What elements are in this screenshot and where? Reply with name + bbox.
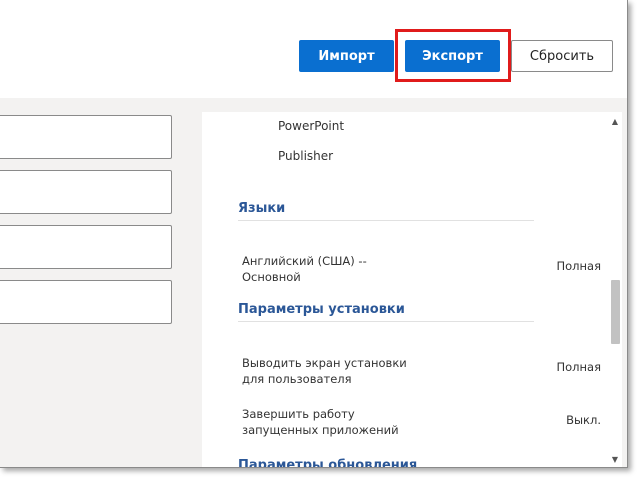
reset-button[interactable]: Сбросить	[511, 40, 613, 72]
section-title-update-options: Параметры обновления	[238, 458, 534, 467]
language-row-label: Английский (США) --Основной	[242, 254, 367, 284]
section-title-languages: Языки	[238, 201, 534, 221]
panel-scrollbar[interactable]: ▲ ▼	[608, 112, 622, 467]
left-input-field-4[interactable]	[0, 280, 172, 324]
left-input-field-3[interactable]	[0, 225, 172, 269]
import-button[interactable]: Импорт	[299, 40, 394, 72]
toolbar: Импорт Экспорт Сбросить	[0, 0, 627, 98]
app-item-publisher: Publisher	[278, 149, 334, 163]
scroll-up-arrow-icon[interactable]: ▲	[608, 114, 622, 128]
window-frame: Импорт Экспорт Сбросить PowerPoint Publi…	[0, 0, 628, 468]
main-area: PowerPoint Publisher Языки Английский (С…	[0, 98, 627, 467]
app-item-powerpoint: PowerPoint	[278, 119, 345, 133]
install-option-label-2: Завершить работу запущенных приложений	[242, 407, 399, 437]
summary-panel: PowerPoint Publisher Языки Английский (С…	[202, 112, 622, 467]
install-option-value-1: Полная	[556, 360, 601, 374]
section-title-install-options: Параметры установки	[238, 302, 534, 322]
scroll-down-arrow-icon[interactable]: ▼	[608, 452, 622, 466]
left-input-field-1[interactable]	[0, 115, 172, 159]
language-row-value: Полная	[556, 259, 601, 273]
scroll-thumb[interactable]	[611, 280, 620, 344]
left-input-field-2[interactable]	[0, 170, 172, 214]
install-option-value-2: Выкл.	[566, 413, 601, 427]
export-button[interactable]: Экспорт	[405, 40, 500, 72]
install-option-label-1: Выводить экран установки для пользовател…	[242, 356, 407, 386]
